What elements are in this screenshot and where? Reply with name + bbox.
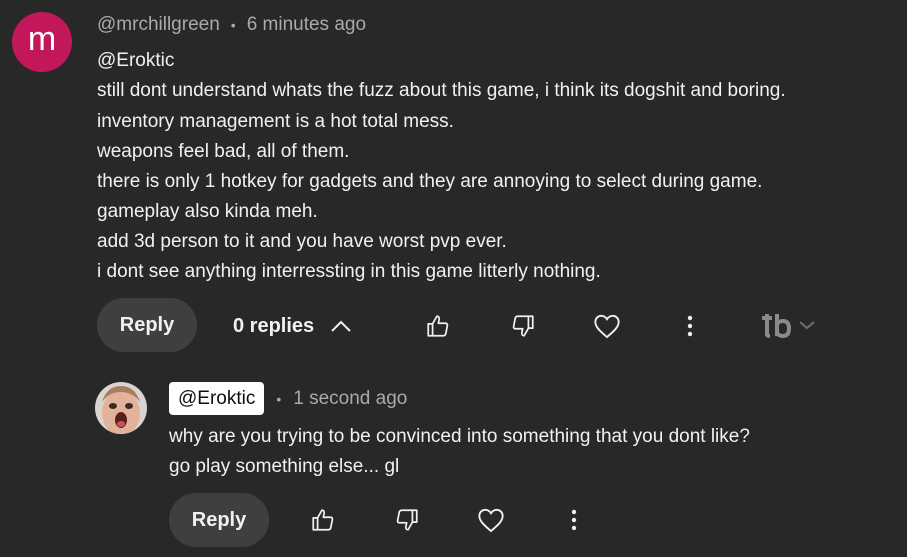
comment-line: @Eroktic xyxy=(97,50,175,71)
heart-button[interactable] xyxy=(471,500,511,540)
reply-avatar-image xyxy=(95,382,147,434)
like-button[interactable] xyxy=(303,500,343,540)
more-options-button[interactable] xyxy=(670,306,710,346)
reply-button[interactable]: Reply xyxy=(169,493,269,547)
replies-count: 0 replies xyxy=(233,314,315,337)
comment-line: add 3d person to it and you have worst p… xyxy=(97,231,507,252)
avatar[interactable]: m xyxy=(12,12,72,72)
dislike-button[interactable] xyxy=(387,500,427,540)
reply-timestamp[interactable]: 1 second ago xyxy=(293,388,407,410)
reply-line: go play something else... gl xyxy=(169,456,400,477)
thumbs-up-icon xyxy=(312,509,334,531)
comment-author[interactable]: @mrchillgreen xyxy=(97,14,220,36)
heart-icon xyxy=(594,314,620,339)
more-vert-icon xyxy=(687,315,693,337)
comment-line: inventory management is a hot total mess… xyxy=(97,111,454,132)
comment-line: i dont see anything interressting in thi… xyxy=(97,261,601,282)
extension-menu[interactable] xyxy=(760,312,816,338)
reply-author-chip[interactable]: @Eroktic xyxy=(169,382,265,415)
more-vert-icon xyxy=(571,509,577,531)
chevron-up-icon xyxy=(331,320,351,332)
separator-dot: • xyxy=(230,17,236,33)
reply-button[interactable]: Reply xyxy=(97,298,197,352)
comment-timestamp[interactable]: 6 minutes ago xyxy=(247,14,366,36)
thumbs-up-icon xyxy=(427,315,449,337)
comment-line: still dont understand whats the fuzz abo… xyxy=(97,80,786,101)
like-button[interactable] xyxy=(418,306,458,346)
heart-icon xyxy=(478,508,504,533)
avatar[interactable] xyxy=(95,382,147,434)
thumbs-down-icon xyxy=(512,315,534,337)
comment-header: @mrchillgreen • 6 minutes ago xyxy=(97,13,366,37)
avatar-letter: m xyxy=(27,20,57,58)
reply-line: why are you trying to be convinced into … xyxy=(169,426,750,447)
thumbs-down-icon xyxy=(396,509,418,531)
separator-dot: • xyxy=(276,390,282,407)
dislike-button[interactable] xyxy=(503,306,543,346)
heart-button[interactable] xyxy=(587,306,627,346)
comment-line: there is only 1 hotkey for gadgets and t… xyxy=(97,171,763,192)
replies-toggle[interactable]: 0 replies xyxy=(233,312,352,340)
reply-header: @Eroktic • 1 second ago xyxy=(169,382,407,415)
comment-line: gameplay also kinda meh. xyxy=(97,201,318,222)
tb-logo-icon xyxy=(762,314,792,338)
chevron-down-icon xyxy=(799,321,815,330)
comment-line: weapons feel bad, all of them. xyxy=(97,141,350,162)
more-options-button[interactable] xyxy=(554,500,594,540)
